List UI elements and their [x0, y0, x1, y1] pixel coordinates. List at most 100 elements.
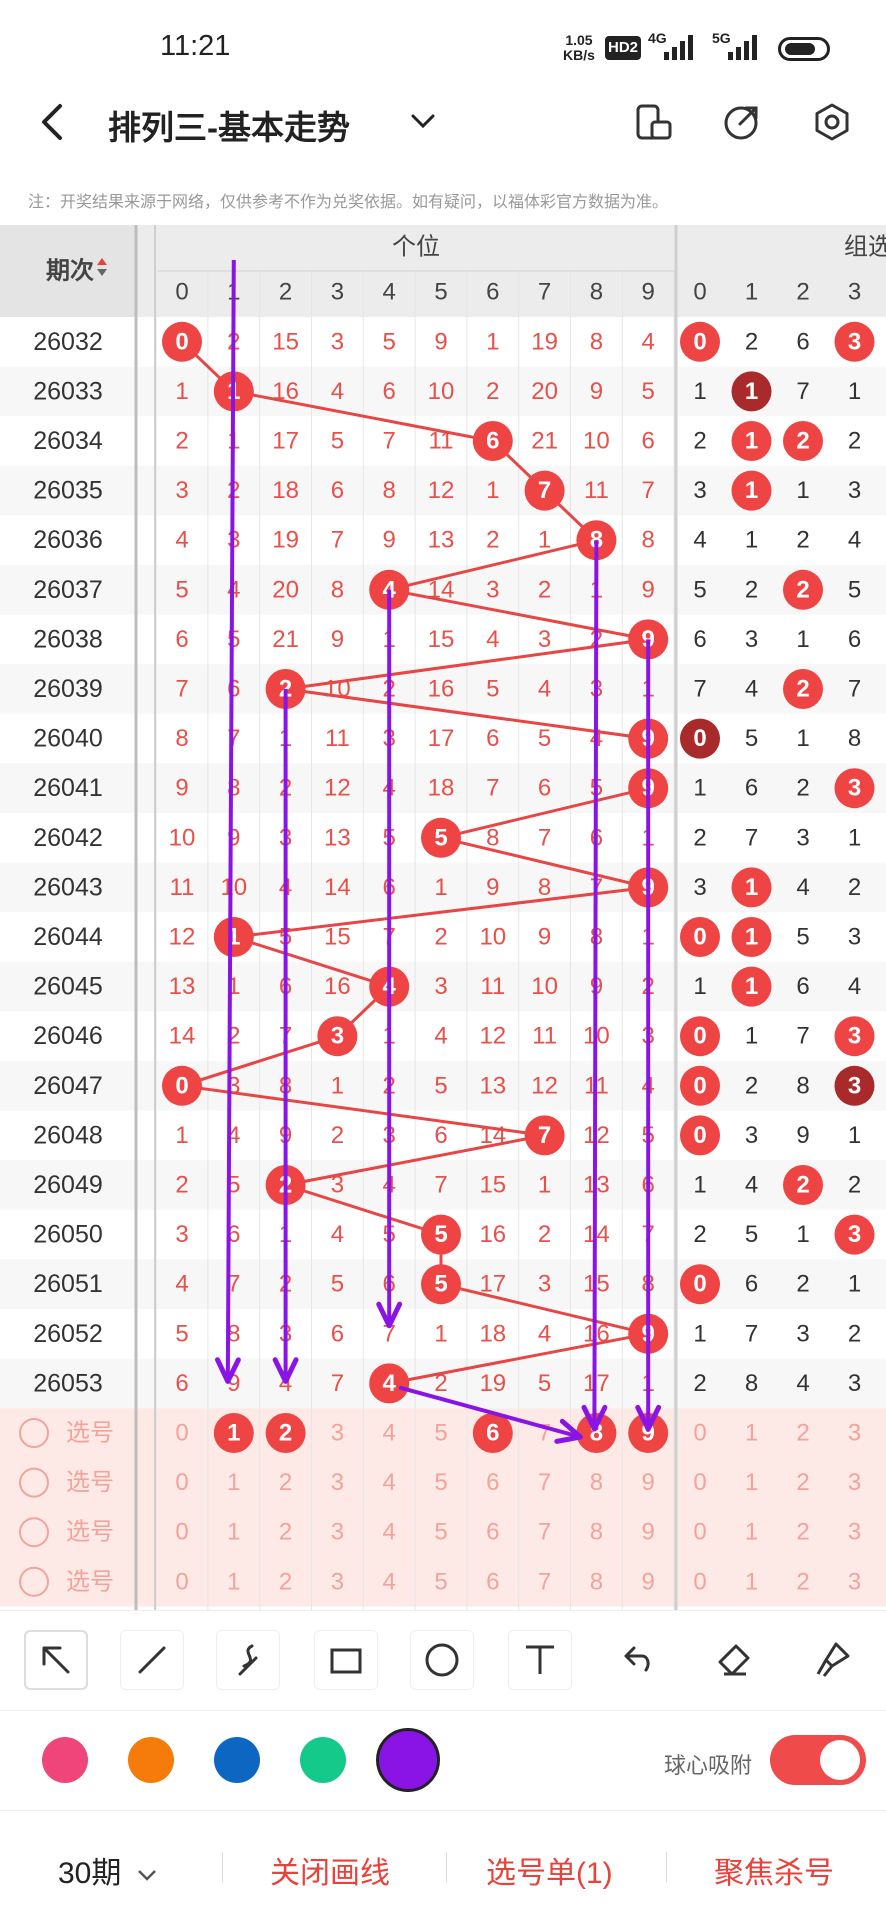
pick-digit: 8 [590, 1519, 603, 1546]
period-selector[interactable]: 30期 [58, 1848, 158, 1892]
rect-tool[interactable] [314, 1630, 378, 1690]
combo-hit-number: 3 [848, 1023, 861, 1050]
selected-pick-number: 2 [279, 1420, 292, 1447]
undo-icon [624, 1646, 650, 1672]
miss-count: 6 [331, 1320, 344, 1347]
combo-hit-number: 0 [693, 328, 706, 355]
hit-ball-number: 5 [434, 1271, 447, 1298]
miss-count: 1 [434, 1320, 447, 1347]
hit-ball-number: 5 [434, 824, 447, 851]
combo-count: 1 [848, 1271, 861, 1298]
combo-count: 4 [745, 1172, 758, 1199]
combo-hit-number: 2 [796, 428, 809, 455]
miss-count: 18 [272, 477, 299, 504]
color-swatch[interactable] [376, 1728, 440, 1792]
miss-count: 4 [175, 527, 188, 554]
color-swatch[interactable] [214, 1737, 260, 1783]
combo-count: 5 [693, 576, 706, 603]
pick-digit: 4 [383, 1420, 396, 1447]
color-swatch[interactable] [42, 1737, 88, 1783]
miss-count: 6 [434, 1122, 447, 1149]
miss-count: 11 [480, 973, 505, 1000]
combo-count: 6 [796, 328, 809, 355]
clear-icon [816, 1642, 850, 1677]
signal-icon [664, 34, 698, 60]
portrait-toggle-icon[interactable] [634, 102, 674, 142]
miss-count: 7 [175, 676, 188, 703]
miss-count: 3 [175, 1221, 188, 1248]
digit-header: 8 [590, 279, 603, 306]
issue-number: 26047 [33, 1072, 103, 1100]
issue-number: 26049 [33, 1171, 103, 1199]
combo-count: 7 [745, 1320, 758, 1347]
settings-icon[interactable] [812, 102, 852, 142]
miss-count: 1 [331, 1072, 344, 1099]
pick-list-button[interactable]: 选号单(1) [486, 1848, 613, 1892]
back-button[interactable] [36, 100, 76, 144]
miss-count: 10 [428, 378, 455, 405]
color-swatch[interactable] [128, 1737, 174, 1783]
pointer-tool[interactable] [24, 1630, 88, 1690]
pick-combo-digit: 3 [848, 1519, 861, 1546]
pick-digit: 5 [434, 1519, 447, 1546]
miss-count: 7 [227, 725, 240, 752]
page-title[interactable]: 排列三-基本走势 [108, 101, 350, 149]
miss-count: 4 [642, 328, 655, 355]
combo-hit-number: 0 [693, 1023, 706, 1050]
pick-label: 选号 [66, 1420, 114, 1447]
selected-pick-number: 6 [486, 1420, 499, 1447]
title-dropdown-icon[interactable] [410, 110, 436, 138]
text-tool[interactable] [508, 1630, 572, 1690]
miss-count: 8 [538, 874, 551, 901]
line-icon [138, 1646, 166, 1674]
combo-count: 2 [796, 1271, 809, 1298]
share-icon[interactable] [722, 102, 762, 142]
trend-chart-canvas[interactable]: 期次个位组选0123456789012326032215359119842626… [0, 225, 886, 1610]
combo-repeat-number: 3 [848, 1072, 861, 1099]
combo-count: 6 [796, 973, 809, 1000]
pick-digit: 4 [383, 1469, 396, 1496]
color-swatch[interactable] [300, 1737, 346, 1783]
combo-count: 2 [796, 527, 809, 554]
undo-tool[interactable] [604, 1630, 668, 1690]
clear-tool[interactable] [800, 1630, 864, 1690]
pick-label: 选号 [66, 1469, 114, 1496]
combo-count: 3 [796, 1320, 809, 1347]
miss-count: 5 [175, 576, 188, 603]
digit-header: 2 [279, 279, 292, 306]
miss-count: 19 [479, 1370, 506, 1397]
combo-count: 7 [693, 676, 706, 703]
circle-tool[interactable] [410, 1630, 474, 1690]
eraser-tool[interactable] [702, 1630, 766, 1690]
combo-count: 3 [693, 477, 706, 504]
pick-digit: 1 [227, 1469, 240, 1496]
miss-count: 6 [175, 1370, 188, 1397]
pick-digit: 5 [434, 1568, 447, 1595]
miss-count: 7 [538, 824, 551, 851]
snap-toggle[interactable] [770, 1735, 866, 1785]
miss-count: 17 [428, 725, 455, 752]
combo-hit-number: 1 [745, 428, 758, 455]
focus-kill-button[interactable]: 聚焦杀号 [714, 1848, 834, 1892]
issue-number: 26037 [33, 576, 103, 604]
miss-count: 3 [175, 477, 188, 504]
combo-hit-number: 0 [693, 1072, 706, 1099]
miss-count: 3 [486, 576, 499, 603]
close-lines-button[interactable]: 关闭画线 [270, 1848, 390, 1892]
miss-count: 6 [383, 378, 396, 405]
combo-count: 1 [796, 626, 809, 653]
pick-label: 选号 [66, 1519, 114, 1546]
combo-count: 9 [796, 1122, 809, 1149]
digit-header: 4 [383, 279, 396, 306]
combo-count: 2 [848, 428, 861, 455]
line-tool[interactable] [120, 1630, 184, 1690]
miss-count: 9 [642, 576, 655, 603]
curve-tool[interactable] [216, 1630, 280, 1690]
combo-count: 2 [848, 1320, 861, 1347]
eraser-icon [718, 1644, 750, 1676]
combo-count: 2 [693, 428, 706, 455]
miss-count: 20 [531, 378, 558, 405]
miss-count: 5 [538, 725, 551, 752]
miss-count: 8 [175, 725, 188, 752]
miss-count: 15 [272, 328, 299, 355]
